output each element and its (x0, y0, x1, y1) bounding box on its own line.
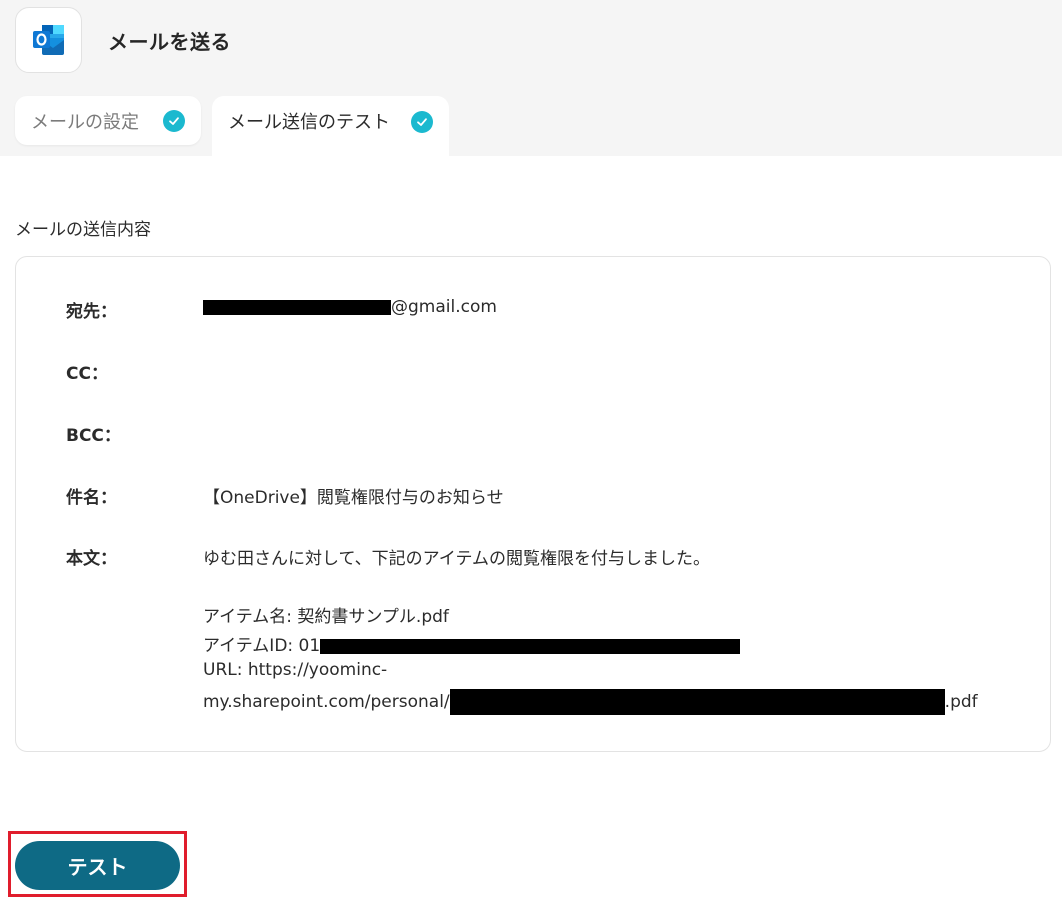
tab-label: メールの設定 (31, 111, 139, 133)
check-icon (163, 110, 185, 132)
outlook-icon (32, 25, 64, 55)
page-title: メールを送る (108, 30, 231, 54)
body-line-1: ゆむ田さんに対して、下記のアイテムの閲覧権限を付与しました。 (203, 549, 710, 569)
redacted-block (449, 689, 945, 715)
redacted-block (203, 299, 391, 315)
url-suffix: .pdf (944, 692, 978, 712)
tab-mail-settings[interactable]: メールの設定 (15, 96, 201, 145)
to-label: 宛先： (66, 302, 117, 322)
body-url-line-2: my.sharepoint.com/personal/ .pdf (203, 689, 978, 715)
section-title: メールの送信内容 (15, 220, 151, 240)
redacted-block (320, 638, 741, 654)
bcc-label: BCC： (66, 426, 121, 446)
subject-value: 【OneDrive】閲覧権限付与のお知らせ (203, 488, 504, 508)
to-value: @gmail.com (203, 297, 497, 317)
body-url-line-1: URL: https://yoominc- (203, 660, 388, 680)
to-value-suffix: @gmail.com (391, 297, 497, 317)
body-label: 本文： (66, 549, 117, 569)
item-id-prefix: アイテムID: 01 (203, 636, 321, 656)
app-icon-container (15, 7, 82, 73)
check-icon (411, 111, 433, 133)
tab-mail-test[interactable]: メール送信のテスト (212, 96, 449, 157)
tab-label: メール送信のテスト (228, 112, 390, 133)
cc-label: CC： (66, 364, 108, 384)
test-button[interactable]: テスト (15, 841, 180, 890)
url-prefix: my.sharepoint.com/personal/ (203, 692, 450, 712)
email-content-card (15, 256, 1051, 752)
subject-label: 件名： (66, 488, 117, 508)
body-item-id: アイテムID: 01 (203, 631, 741, 656)
body-item-name: アイテム名: 契約書サンプル.pdf (203, 607, 449, 627)
